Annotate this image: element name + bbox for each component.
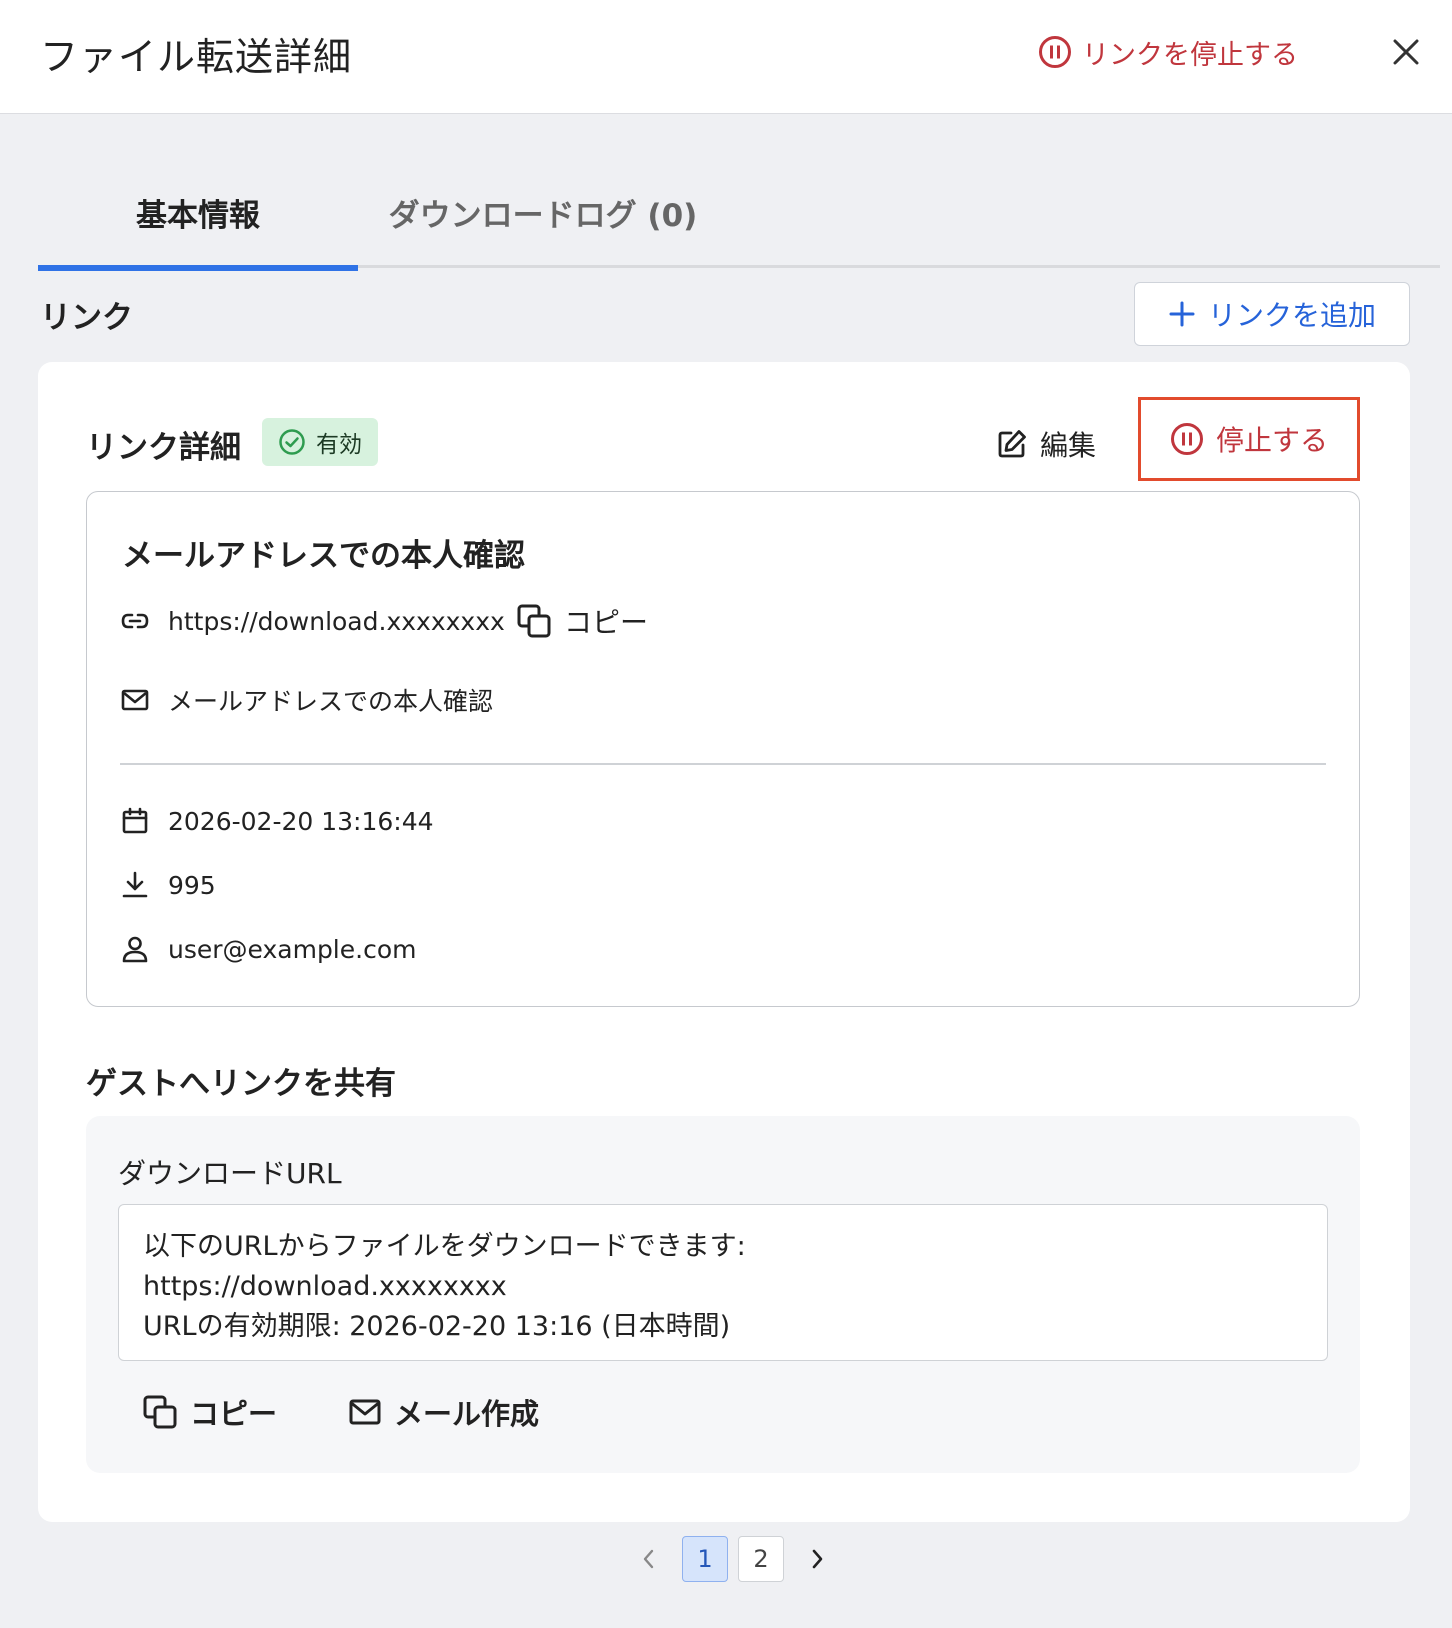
copy-message-button[interactable]: コピー: [142, 1390, 277, 1434]
status-badge-label: 有効: [316, 432, 362, 458]
stop-button[interactable]: 停止する: [1138, 397, 1360, 481]
pause-circle-icon: [1170, 422, 1204, 456]
compose-mail-label: メール作成: [394, 1397, 540, 1431]
copy-label: コピー: [564, 606, 649, 639]
auth-method-row: メールアドレスでの本人確認: [120, 681, 493, 719]
calendar-icon: [120, 806, 150, 836]
auth-method: メールアドレスでの本人確認: [168, 687, 494, 716]
user-icon: [120, 934, 150, 964]
modal-header: ファイル転送詳細 リンクを停止する: [0, 0, 1452, 114]
add-link-button[interactable]: リンクを追加: [1134, 282, 1410, 346]
link-icon: [120, 606, 150, 636]
status-badge: 有効: [262, 418, 378, 466]
link-detail-title: リンク詳細: [86, 430, 241, 466]
stop-label: 停止する: [1215, 424, 1328, 457]
pause-circle-icon: [1038, 35, 1072, 69]
download-count: 995: [168, 870, 216, 900]
copy-icon: [142, 1394, 178, 1430]
chevron-right-icon: [807, 1547, 827, 1571]
share-section-title: ゲストへリンクを共有: [86, 1066, 396, 1102]
edit-button[interactable]: 編集: [996, 420, 1096, 468]
expiry-datetime: 2026-02-20 13:16:44: [168, 806, 434, 836]
download-url-label: ダウンロードURL: [118, 1157, 342, 1190]
share-message-textarea[interactable]: 以下のURLからファイルをダウンロードできます: https://downloa…: [118, 1204, 1328, 1361]
page-button-2[interactable]: 2: [738, 1536, 784, 1582]
plus-icon: [1168, 300, 1196, 328]
links-section-title: リンク: [40, 300, 133, 336]
next-page-button[interactable]: [794, 1536, 840, 1582]
close-icon: [1388, 34, 1424, 70]
chevron-left-icon: [639, 1547, 659, 1571]
stop-link-button[interactable]: リンクを停止する: [1038, 30, 1298, 74]
expiry-row: 2026-02-20 13:16:44: [120, 802, 434, 840]
divider: [120, 763, 1326, 765]
url-row: https://download.xxxxxxxx: [120, 602, 505, 640]
pagination: 1 2: [626, 1535, 840, 1583]
check-circle-icon: [278, 428, 306, 456]
user-email: user@example.com: [168, 934, 417, 964]
compose-mail-button[interactable]: メール作成: [348, 1390, 539, 1434]
close-button[interactable]: [1388, 34, 1424, 70]
copy-message-label: コピー: [190, 1397, 278, 1431]
edit-icon: [996, 428, 1028, 460]
page-button-1[interactable]: 1: [682, 1536, 728, 1582]
prev-page-button[interactable]: [626, 1536, 672, 1582]
download-icon: [120, 870, 150, 900]
download-count-row: 995: [120, 866, 216, 904]
link-url[interactable]: https://download.xxxxxxxx: [168, 607, 505, 636]
stop-link-label: リンクを停止する: [1082, 39, 1298, 71]
edit-label: 編集: [1040, 429, 1097, 462]
user-row: user@example.com: [120, 930, 416, 968]
copy-icon: [516, 603, 552, 639]
mail-icon: [348, 1395, 382, 1429]
page-title: ファイル転送詳細: [40, 35, 353, 79]
tab-download-log[interactable]: ダウンロードログ (0): [388, 190, 698, 268]
tab-bar: 基本情報 ダウンロードログ (0): [38, 190, 1440, 271]
copy-url-button[interactable]: コピー: [516, 600, 648, 642]
tab-basic-info[interactable]: 基本情報: [38, 190, 358, 271]
auth-method-heading: メールアドレスでの本人確認: [122, 538, 525, 574]
mail-icon: [120, 685, 150, 715]
add-link-label: リンクを追加: [1207, 299, 1376, 332]
